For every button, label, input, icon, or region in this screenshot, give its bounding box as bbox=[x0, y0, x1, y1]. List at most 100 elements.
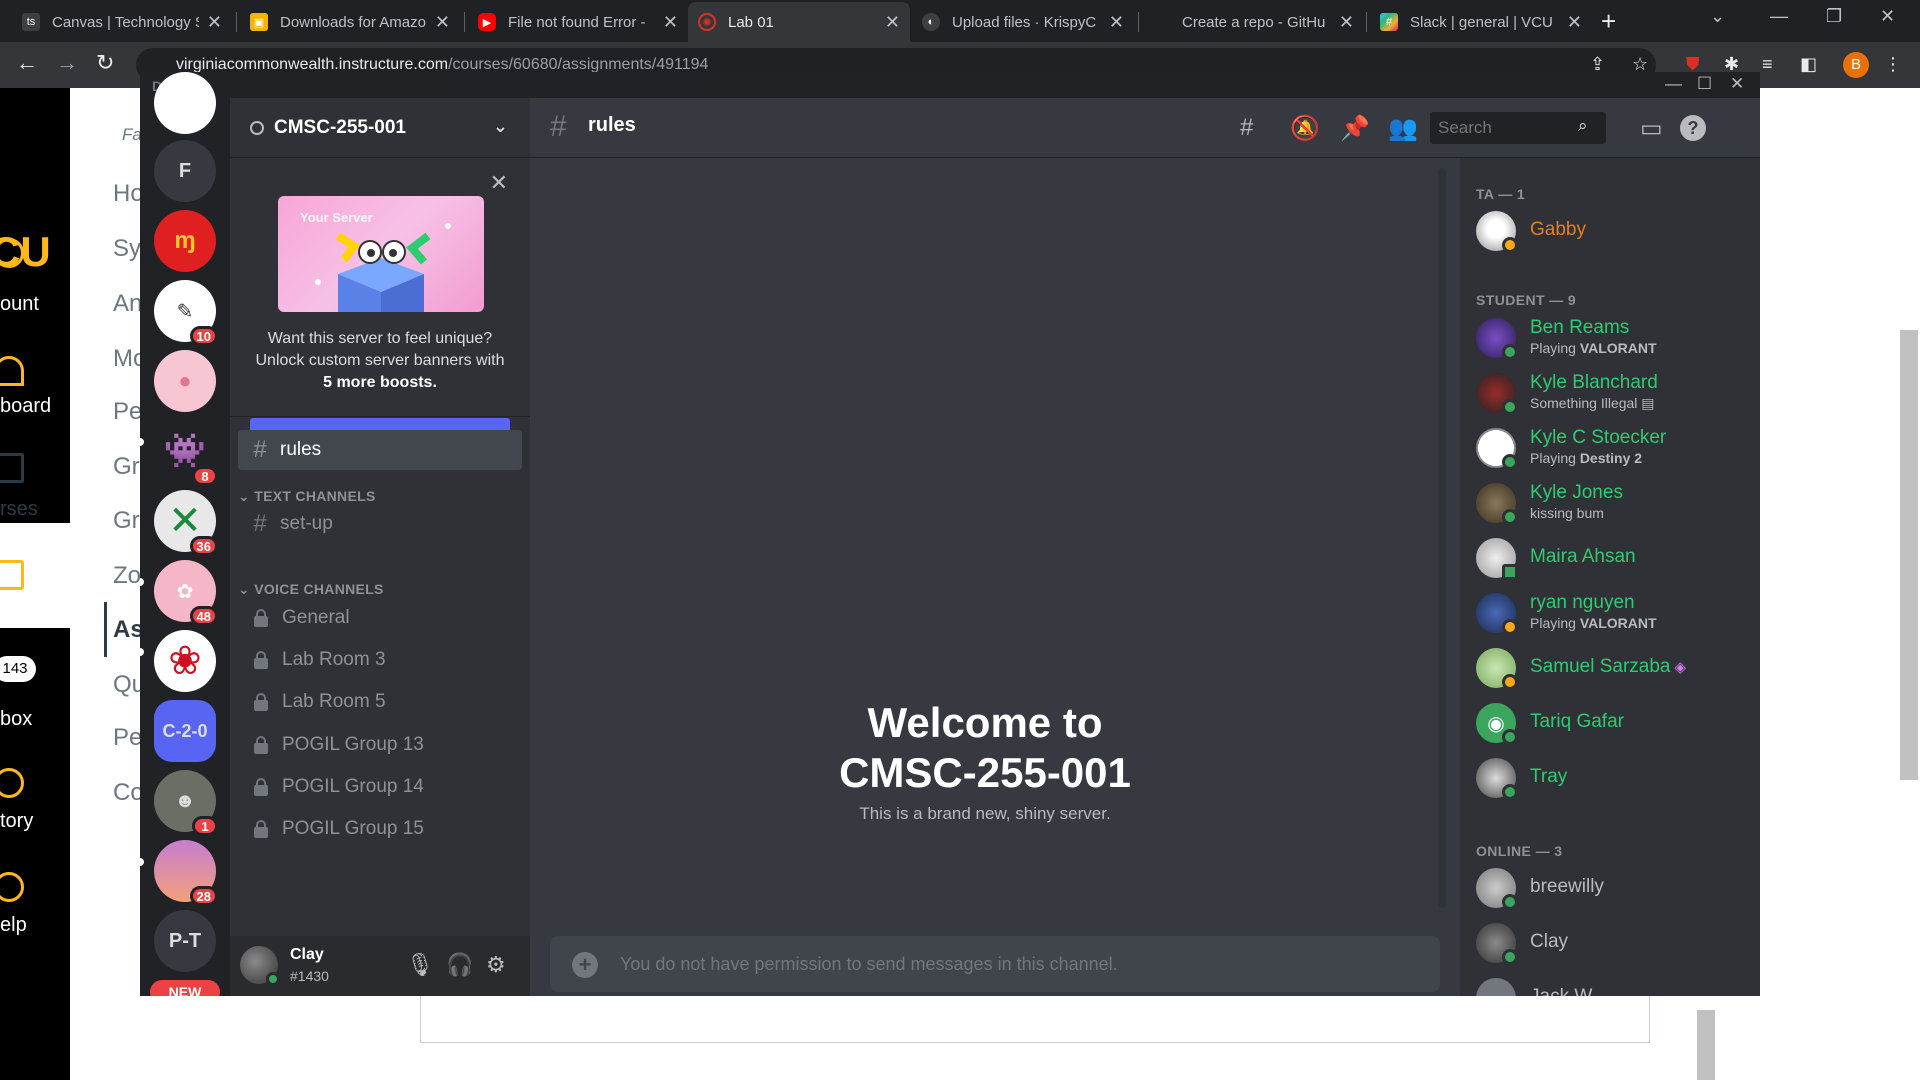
voice-channel-pogil-15[interactable]: POGIL Group 15 bbox=[238, 809, 522, 849]
tab-github-upload[interactable]: ◐ Upload files · KrispyC ✕ bbox=[912, 2, 1134, 42]
server-icon-rose[interactable]: ❀ bbox=[154, 630, 216, 692]
chevron-down-icon[interactable]: ⌄ bbox=[1710, 6, 1725, 27]
server-icon-alien[interactable]: 👾 8 bbox=[154, 420, 218, 486]
member-kyle-jones[interactable]: Kyle Jones kissing bum bbox=[1468, 478, 1748, 528]
microphone-icon[interactable]: 🎙 bbox=[406, 952, 434, 978]
forward-arrow-icon[interactable]: → bbox=[56, 50, 78, 76]
inbox-icon[interactable]: ▭ bbox=[1640, 114, 1663, 143]
headphones-icon[interactable]: 🎧 bbox=[446, 952, 473, 978]
voice-channel-pogil-14[interactable]: POGIL Group 14 bbox=[238, 767, 522, 807]
course-menu-announcements[interactable]: An bbox=[113, 290, 142, 318]
nav-account[interactable]: ount bbox=[0, 293, 70, 316]
server-icon-anime[interactable]: ✿ 48 bbox=[154, 560, 218, 626]
nav-help[interactable]: elp bbox=[0, 914, 70, 937]
help-icon[interactable] bbox=[0, 872, 24, 902]
nav-inbox[interactable]: box bbox=[0, 708, 70, 731]
maximize-icon[interactable]: ☐ bbox=[1697, 74, 1712, 94]
server-icon-f[interactable]: F bbox=[154, 140, 216, 202]
media-icon[interactable]: ≡ bbox=[1762, 54, 1773, 75]
add-attachment-icon[interactable]: + bbox=[572, 952, 598, 978]
member-kyle-blanchard[interactable]: Kyle Blanchard Something Illegal ▤ bbox=[1468, 368, 1748, 418]
server-icon-x[interactable]: ✕ 36 bbox=[154, 490, 218, 556]
minimize-icon[interactable]: — bbox=[1665, 74, 1682, 94]
pin-icon[interactable]: 📌 bbox=[1340, 114, 1370, 143]
tab-slack[interactable]: # Slack | general | VCU ✕ bbox=[1370, 2, 1592, 42]
channel-rules[interactable]: # rules bbox=[238, 430, 522, 470]
tab-github-create[interactable]: Create a repo - GitHu ✕ bbox=[1142, 2, 1364, 42]
course-menu-zoom[interactable]: Zo bbox=[113, 562, 141, 590]
course-menu-groups[interactable]: Gr bbox=[113, 507, 140, 535]
server-icon-pig[interactable]: ● bbox=[154, 350, 216, 412]
tab-youtube[interactable]: ▶ File not found Error - ✕ bbox=[468, 2, 688, 42]
dashboard-icon[interactable] bbox=[0, 356, 24, 386]
voice-channel-pogil-13[interactable]: POGIL Group 13 bbox=[238, 725, 522, 765]
server-icon-mcdonalds[interactable]: ɱ bbox=[154, 210, 216, 272]
nav-courses[interactable]: rses bbox=[0, 498, 70, 521]
member-jack-w[interactable]: Jack W bbox=[1468, 973, 1748, 996]
member-ryan-nguyen[interactable]: ryan nguyen Playing VALORANT bbox=[1468, 588, 1748, 638]
voice-channel-lab-room-5[interactable]: Lab Room 5 bbox=[238, 682, 522, 722]
message-input[interactable]: You do not have permission to send messa… bbox=[550, 936, 1440, 992]
page-scrollbar[interactable] bbox=[1900, 330, 1918, 780]
server-icon-face[interactable]: ☻ 1 bbox=[154, 770, 218, 836]
server-icon-richard[interactable] bbox=[154, 72, 216, 134]
gear-icon[interactable]: ⚙ bbox=[486, 952, 506, 978]
course-menu-syllabus[interactable]: Sy bbox=[113, 235, 141, 263]
server-icon-sunset[interactable]: 28 bbox=[154, 840, 218, 906]
member-tray[interactable]: Tray bbox=[1468, 753, 1748, 803]
close-icon[interactable]: ✕ bbox=[1339, 12, 1354, 33]
threads-icon[interactable]: # bbox=[1240, 114, 1253, 142]
close-icon[interactable]: ✕ bbox=[885, 12, 900, 33]
back-arrow-icon[interactable]: ← bbox=[16, 50, 38, 76]
history-icon[interactable] bbox=[0, 768, 24, 798]
close-icon[interactable]: ✕ bbox=[1567, 12, 1582, 33]
member-clay[interactable]: Clay bbox=[1468, 918, 1748, 968]
profile-avatar[interactable]: B bbox=[1843, 52, 1869, 78]
server-icon-sketch[interactable]: ✎ 10 bbox=[154, 280, 218, 346]
member-tariq-gafar[interactable]: ◉ Tariq Gafar bbox=[1468, 698, 1748, 748]
course-menu-pages[interactable]: Pe bbox=[113, 724, 142, 752]
close-icon[interactable]: ✕ bbox=[435, 12, 450, 33]
close-window-icon[interactable]: ✕ bbox=[1730, 74, 1744, 94]
channel-set-up[interactable]: # set-up bbox=[238, 504, 522, 544]
category-voice-channels[interactable]: ⌄ VOICE CHANNELS bbox=[238, 581, 384, 598]
course-menu-people[interactable]: Pe bbox=[113, 398, 142, 426]
category-text-channels[interactable]: ⌄ TEXT CHANNELS bbox=[238, 488, 376, 505]
side-panel-icon[interactable]: ◧ bbox=[1800, 54, 1817, 75]
member-list-icon[interactable]: 👥 bbox=[1388, 114, 1418, 143]
courses-icon[interactable] bbox=[0, 453, 24, 483]
close-icon[interactable]: ✕ bbox=[490, 170, 508, 196]
member-maira-ahsan[interactable]: Maira Ahsan bbox=[1468, 533, 1748, 583]
member-gabby[interactable]: Gabby bbox=[1468, 206, 1748, 256]
nav-calendar[interactable]: ndar bbox=[0, 603, 70, 626]
voice-channel-general[interactable]: General bbox=[238, 598, 522, 638]
new-tab-button[interactable]: + bbox=[1601, 6, 1616, 37]
tab-canvas[interactable]: ts Canvas | Technology S ✕ bbox=[12, 2, 232, 42]
member-ben-reams[interactable]: Ben Reams Playing VALORANT bbox=[1468, 313, 1748, 363]
close-icon[interactable]: ✕ bbox=[663, 12, 678, 33]
course-menu-grades[interactable]: Gr bbox=[113, 453, 140, 481]
server-header[interactable]: CMSC-255-001 ⌄ bbox=[230, 98, 530, 158]
server-icon-c20[interactable]: C-2-0 bbox=[154, 700, 216, 762]
restore-icon[interactable]: ❐ bbox=[1826, 6, 1842, 27]
more-icon[interactable]: ⋮ bbox=[1884, 54, 1902, 75]
help-icon[interactable]: ? bbox=[1680, 115, 1706, 141]
server-icon-pt[interactable]: P-T bbox=[154, 910, 216, 972]
close-icon[interactable]: ✕ bbox=[1109, 12, 1124, 33]
calendar-icon[interactable] bbox=[0, 560, 24, 590]
nav-dashboard[interactable]: board bbox=[0, 395, 70, 418]
reload-icon[interactable]: ↻ bbox=[96, 50, 114, 76]
tab-downloads[interactable]: ▣ Downloads for Amazo ✕ bbox=[240, 2, 460, 42]
tab-lab-01[interactable]: ✺ Lab 01 ✕ bbox=[688, 2, 910, 42]
nav-history[interactable]: tory bbox=[0, 810, 70, 833]
member-breewilly[interactable]: breewilly bbox=[1468, 863, 1748, 913]
member-kyle-c-stoecker[interactable]: Kyle C Stoecker Playing Destiny 2 bbox=[1468, 423, 1748, 473]
voice-channel-lab-room-3[interactable]: Lab Room 3 bbox=[238, 640, 522, 680]
notification-muted-icon[interactable]: 🔕 bbox=[1290, 114, 1320, 143]
chevron-down-icon[interactable]: ⌄ bbox=[493, 116, 508, 137]
member-samuel-sarzaba[interactable]: Samuel Sarzaba ◈ bbox=[1468, 643, 1748, 693]
minimize-icon[interactable]: — bbox=[1770, 6, 1788, 27]
content-scrollbar[interactable] bbox=[1697, 1010, 1715, 1080]
close-window-icon[interactable]: ✕ bbox=[1880, 6, 1895, 27]
close-icon[interactable]: ✕ bbox=[207, 12, 222, 33]
